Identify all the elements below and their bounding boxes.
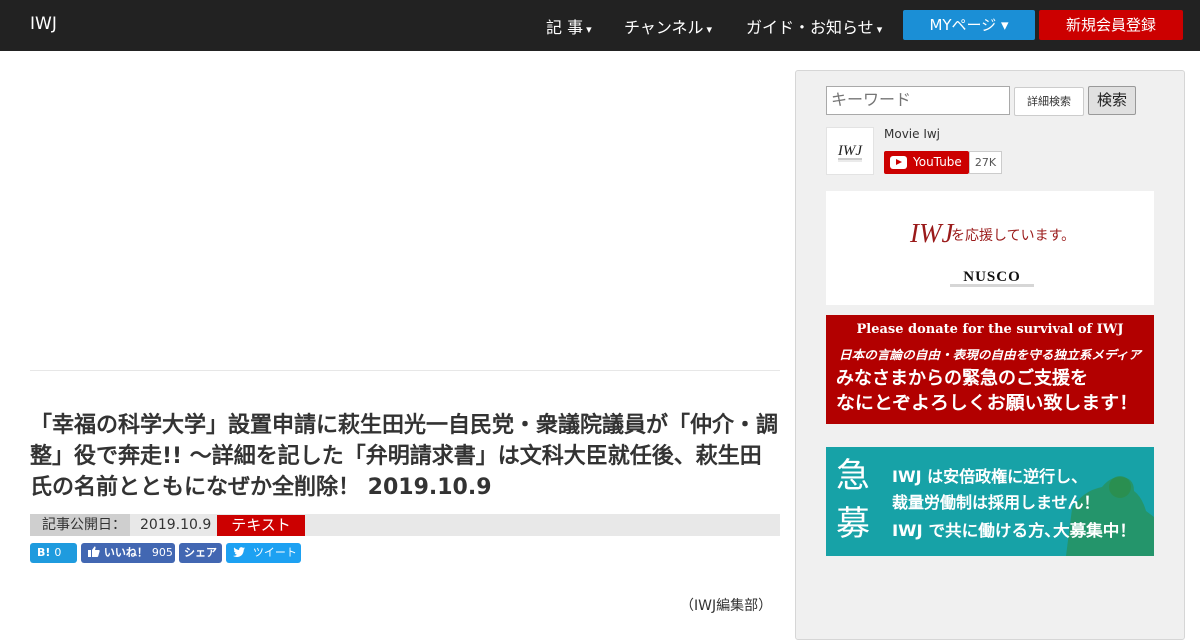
recruit-kanji-2: 募 bbox=[836, 504, 870, 544]
published-date: 2019.10.9 bbox=[140, 517, 212, 533]
thumbs-up-icon bbox=[88, 546, 100, 557]
article-title: 「幸福の科学大学」設置申請に萩生田光一自民党・衆議院議員が「仲介・調整」役で奔走… bbox=[30, 413, 779, 500]
site-logo[interactable]: IWJ bbox=[30, 14, 57, 34]
category-tag[interactable]: テキスト bbox=[217, 515, 305, 536]
nav-guide-label: ガイド・お知らせ bbox=[746, 18, 874, 37]
channel-avatar[interactable]: IWJ bbox=[826, 127, 874, 175]
donate-line-4: なにとぞよろしくお願い致します！ bbox=[836, 392, 1138, 414]
ad-space bbox=[30, 70, 780, 370]
donate-line-2: 日本の言論の自由・表現の自由を守る独立系メディア bbox=[839, 348, 1143, 362]
banner-iwj-logo: IWJ bbox=[909, 218, 955, 248]
tweet-button[interactable]: ツイート bbox=[226, 543, 301, 563]
nav-articles[interactable]: 記 事 ▾ bbox=[546, 14, 592, 38]
register-button[interactable]: 新規会員登録 bbox=[1039, 10, 1183, 40]
recruit-line-3: IWJ で共に働ける方､大募集中！ bbox=[892, 521, 1136, 540]
svg-text:IWJ: IWJ bbox=[837, 143, 863, 159]
search-input[interactable] bbox=[826, 86, 1010, 115]
like-label: いいね！ bbox=[103, 546, 148, 559]
channel-name: Movie Iwj bbox=[884, 127, 941, 141]
iwj-logo-icon: IWJ bbox=[837, 143, 863, 162]
tweet-label: ツイート bbox=[252, 546, 297, 559]
hatena-count: 0 bbox=[54, 546, 62, 559]
banner-support-text: を応援しています。 bbox=[951, 228, 1075, 244]
donate-line-1: Please donate for the survival of IWJ bbox=[856, 322, 1123, 337]
recruit-kanji-1: 急 bbox=[836, 456, 870, 496]
nav-articles-label: 記 事 bbox=[546, 18, 584, 37]
subscriber-count: 27K bbox=[969, 151, 1002, 174]
recruit-banner[interactable]: 急 募 IWJ は安倍政権に逆行し、 裁量労働制は採用しません！ IWJ で共に… bbox=[826, 447, 1154, 556]
donate-line-3: みなさまからの緊急のご支援を bbox=[836, 367, 1088, 389]
article-meta: 記事公開日： 2019.10.9 テキスト bbox=[30, 514, 780, 536]
recruit-banner-art: 急 募 IWJ は安倍政権に逆行し、 裁量労働制は採用しません！ IWJ で共に… bbox=[836, 456, 1154, 556]
recruit-line-2: 裁量労働制は採用しません！ bbox=[892, 493, 1100, 512]
recruit-line-1: IWJ は安倍政権に逆行し、 bbox=[892, 467, 1087, 486]
chevron-down-icon: ▾ bbox=[586, 23, 592, 36]
hatena-icon: B! bbox=[37, 546, 51, 559]
youtube-subscribe-button[interactable]: YouTube bbox=[884, 151, 969, 174]
youtube-play-icon bbox=[890, 156, 907, 169]
author-credit: （IWJ編集部） bbox=[680, 598, 773, 614]
donate-banner[interactable]: Please donate for the survival of IWJ 日本… bbox=[826, 315, 1154, 424]
published-label: 記事公開日： bbox=[30, 514, 130, 536]
banner-sponsor: NUSCO bbox=[963, 269, 1021, 285]
twitter-bird-icon bbox=[233, 547, 245, 557]
donate-banner-art: Please donate for the survival of IWJ 日本… bbox=[836, 322, 1143, 414]
nav-channels[interactable]: チャンネル ▾ bbox=[624, 14, 712, 38]
nav-guide[interactable]: ガイド・お知らせ ▾ bbox=[746, 14, 882, 38]
youtube-label: YouTube bbox=[913, 155, 962, 169]
top-navbar: IWJ 記 事 ▾ チャンネル ▾ ガイド・お知らせ ▾ MYページ ▾ 新規会員登録 bbox=[0, 0, 1200, 51]
hatena-bookmark-button[interactable]: B! 0 bbox=[30, 543, 77, 563]
mypage-button[interactable]: MYページ ▾ bbox=[903, 10, 1035, 40]
nusco-banner-art: IWJ を応援しています。 NUSCO bbox=[909, 218, 1075, 287]
divider bbox=[30, 370, 780, 371]
facebook-like-button[interactable]: いいね！ 905 bbox=[81, 543, 175, 563]
facebook-share-button[interactable]: シェア bbox=[179, 543, 222, 563]
like-count: 905 bbox=[151, 546, 173, 559]
chevron-down-icon: ▾ bbox=[876, 23, 883, 36]
search-button[interactable]: 検索 bbox=[1088, 86, 1136, 115]
nav-channels-label: チャンネル bbox=[624, 18, 704, 37]
nusco-support-banner[interactable]: IWJ を応援しています。 NUSCO bbox=[826, 191, 1154, 305]
advanced-search-button[interactable]: 詳細検索 bbox=[1014, 87, 1084, 116]
chevron-down-icon: ▾ bbox=[706, 23, 713, 36]
